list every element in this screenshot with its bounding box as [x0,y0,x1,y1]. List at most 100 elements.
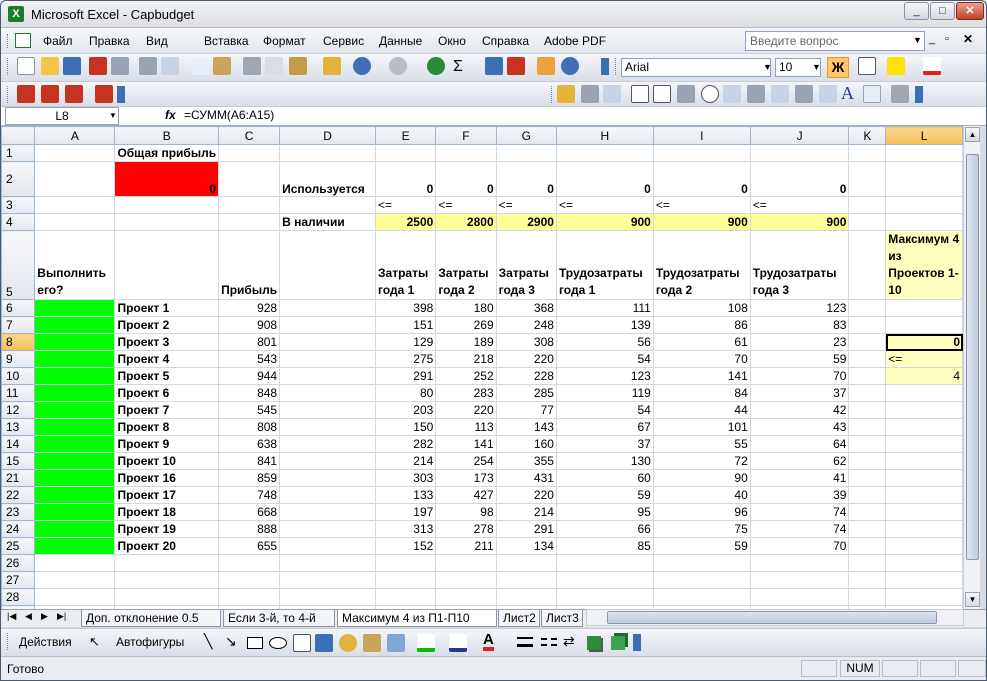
menu-adobe-pdf[interactable]: Adobe PDF [544,34,606,48]
cell[interactable] [34,588,116,606]
row-header[interactable]: 10 [1,367,36,385]
cell[interactable]: 123 [749,299,850,317]
project-name-cell[interactable]: Проект 8 [114,418,220,436]
cell[interactable] [374,554,437,572]
toolbar-options-icon[interactable] [601,58,609,75]
3d-style-icon[interactable] [611,636,625,650]
cell[interactable] [848,350,887,368]
cell[interactable]: 40 [652,486,751,504]
row-header[interactable]: 11 [1,384,36,402]
cell[interactable]: 80 [374,384,437,402]
print-preview-icon[interactable] [161,57,179,75]
column-header[interactable]: D [279,126,376,145]
diagram-icon[interactable] [339,634,357,652]
row-header[interactable]: 1 [1,144,36,162]
cell[interactable]: 61 [652,333,751,351]
column-header[interactable]: J [749,126,850,145]
cell[interactable] [885,503,963,521]
row-header[interactable]: 13 [1,418,36,436]
cell[interactable] [218,196,281,214]
cell[interactable]: 228 [495,367,557,385]
cell[interactable] [218,144,281,162]
cell[interactable]: 59 [652,537,751,555]
fill-color-icon[interactable] [887,57,905,75]
control-properties-icon[interactable] [819,85,837,103]
clipart-icon[interactable] [363,634,381,652]
cell[interactable]: 75 [652,520,751,538]
cell[interactable]: 70 [652,350,751,368]
cell[interactable] [885,469,963,487]
decision-cell[interactable] [34,503,116,521]
cell[interactable]: <= [885,350,963,368]
cell[interactable] [279,418,376,436]
cell[interactable] [114,571,220,589]
menu-tools[interactable]: Сервис [323,34,364,48]
name-box-dropdown-icon[interactable]: ▼ [109,111,117,120]
doc-close-button[interactable]: ✕ [963,32,973,46]
open-icon[interactable] [41,57,59,75]
sheet-tab[interactable]: Доп. отклонение 0.5 [81,610,221,627]
rectangle-icon[interactable] [247,637,263,649]
cell[interactable]: 152 [374,537,437,555]
cell[interactable] [848,469,887,487]
actions-menu[interactable]: Действия [19,635,72,649]
cell[interactable] [279,503,376,521]
project-name-cell[interactable]: Проект 16 [114,469,220,487]
cell[interactable] [555,571,654,589]
row-header[interactable]: 12 [1,401,36,419]
cell[interactable] [34,213,116,231]
image-icon[interactable] [863,85,881,103]
select-all-corner[interactable] [1,126,36,145]
menu-edit[interactable]: Правка [89,34,130,48]
name-box[interactable]: L8 [5,107,119,125]
cell[interactable]: Прибыль [218,230,281,300]
cell[interactable] [885,435,963,453]
font-dropdown-icon[interactable]: ▼ [763,62,772,72]
menu-format[interactable]: Формат [263,34,306,48]
arrow-style-icon[interactable]: ⇄ [563,633,575,650]
cell[interactable] [114,213,220,231]
row-header[interactable]: 25 [1,537,36,555]
radio-icon[interactable] [701,85,719,103]
cell[interactable] [114,196,220,214]
cell[interactable]: 4 [885,367,963,385]
text-icon[interactable]: A [841,83,854,104]
cell[interactable] [279,230,376,300]
sheet-tab[interactable]: Лист3 [541,610,583,627]
worksheet-grid[interactable]: A B C D E F G H I J K L 1 Общая прибыль [1,126,963,609]
autoshapes-menu[interactable]: Автофигуры [116,635,184,649]
project-name-cell[interactable]: Проект 5 [114,367,220,385]
cell[interactable]: 44 [652,401,751,419]
align-center-icon[interactable] [858,57,876,75]
cell[interactable] [279,486,376,504]
label-icon[interactable] [557,85,575,103]
cell[interactable] [279,384,376,402]
cell[interactable]: 291 [495,520,557,538]
listbox-icon[interactable] [677,85,695,103]
cell[interactable]: 2800 [435,213,497,231]
new-icon[interactable] [17,57,35,75]
row-header[interactable]: 5 [1,230,36,300]
checkbox-icon[interactable] [631,85,649,103]
cell[interactable] [555,554,654,572]
save-icon[interactable] [63,57,81,75]
cell[interactable]: 130 [555,452,654,470]
cell[interactable]: 197 [374,503,437,521]
cell[interactable]: Затраты года 1 [374,230,437,300]
cell[interactable]: 84 [652,384,751,402]
cell[interactable] [279,350,376,368]
redo-icon[interactable] [389,57,407,75]
cell[interactable] [218,571,281,589]
cell[interactable]: 101 [652,418,751,436]
cell[interactable]: 0 [652,161,751,197]
cell[interactable] [34,144,116,162]
cell[interactable] [885,486,963,504]
research-icon[interactable] [213,57,231,75]
project-name-cell[interactable]: Проект 17 [114,486,220,504]
cell[interactable]: 96 [652,503,751,521]
profit-cell[interactable]: 668 [218,503,281,521]
row-header[interactable]: 27 [1,571,36,589]
cell[interactable]: 111 [555,299,654,317]
decision-cell[interactable] [34,333,116,351]
profit-cell[interactable]: 928 [218,299,281,317]
